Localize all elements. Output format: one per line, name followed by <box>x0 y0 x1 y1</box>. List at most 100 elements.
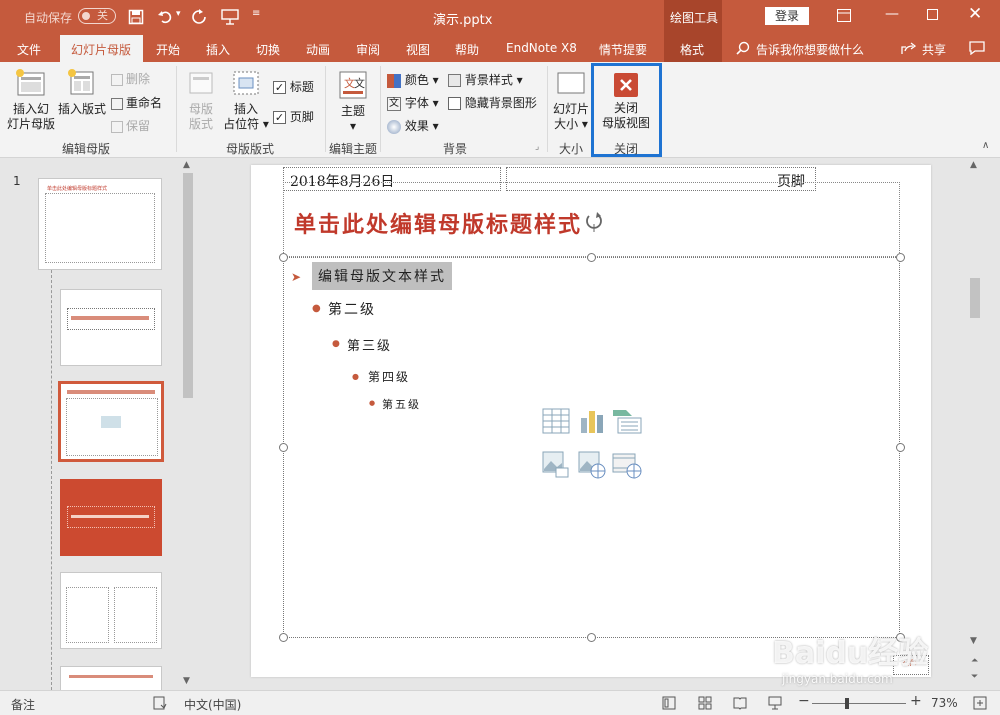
effects-button[interactable]: 效果 ▾ <box>387 117 439 134</box>
tab-file[interactable]: 文件 <box>17 41 41 58</box>
rename-button[interactable]: 重命名 <box>111 94 162 111</box>
insert-table-icon[interactable] <box>542 408 570 434</box>
rotate-handle-icon[interactable] <box>584 210 604 232</box>
slide-scroll-up-icon[interactable]: ▲ <box>970 160 977 170</box>
fonts-button[interactable]: 文 字体 ▾ <box>387 94 439 111</box>
minimize-icon[interactable]: — <box>885 6 899 22</box>
slide-scroll-thumb[interactable] <box>970 278 980 318</box>
normal-view-icon[interactable] <box>662 696 676 710</box>
format-background-launcher-icon[interactable]: ⌟ <box>535 142 539 152</box>
tab-transitions[interactable]: 切换 <box>256 41 280 58</box>
accessibility-icon[interactable] <box>153 696 167 710</box>
tab-slide-master[interactable]: 幻灯片母版 <box>60 35 143 62</box>
thumbnail-layout-section[interactable] <box>60 479 162 556</box>
next-slide-icon[interactable]: ⏷ <box>971 672 978 682</box>
undo-icon[interactable] <box>157 9 173 25</box>
thumbnail-scroll-thumb[interactable] <box>183 173 193 398</box>
tab-home[interactable]: 开始 <box>156 41 180 58</box>
scroll-down-icon[interactable]: ▼ <box>183 676 190 686</box>
tab-storyboard[interactable]: 情节提要 <box>599 41 647 58</box>
login-button[interactable]: 登录 <box>765 7 809 25</box>
resize-handle[interactable] <box>587 253 596 262</box>
notes-button[interactable]: 备注 <box>11 696 35 713</box>
preserve-button[interactable]: 保留 <box>111 117 150 134</box>
close-window-icon[interactable]: ✕ <box>968 4 982 24</box>
scroll-up-icon[interactable]: ▲ <box>183 160 190 170</box>
tab-view[interactable]: 视图 <box>406 41 430 58</box>
insert-video-icon[interactable] <box>612 451 642 479</box>
autosave-toggle[interactable]: 关 <box>78 8 116 24</box>
share-button[interactable]: 共享 <box>922 41 946 58</box>
comment-icon[interactable] <box>969 41 985 55</box>
thumbnail-selected-icons <box>101 416 121 428</box>
fit-to-window-icon[interactable] <box>973 696 987 710</box>
maximize-icon[interactable] <box>927 9 938 20</box>
resize-handle[interactable] <box>896 253 905 262</box>
insert-layout-button[interactable]: 插入版式 <box>57 68 107 117</box>
title-checkbox[interactable]: ✓ 标题 <box>273 78 314 95</box>
zoom-slider-thumb[interactable] <box>845 698 849 709</box>
slide-sorter-icon[interactable] <box>698 696 712 710</box>
redo-icon[interactable] <box>191 9 207 25</box>
resize-handle[interactable] <box>279 633 288 642</box>
insert-placeholder-button[interactable]: 插入 占位符 ▾ <box>222 68 270 132</box>
save-icon[interactable] <box>128 9 144 25</box>
language-indicator[interactable]: 中文(中国) <box>184 696 241 713</box>
thumbnail-layout-comparison[interactable] <box>60 666 162 690</box>
close-master-view-button[interactable]: 关闭 母版视图 <box>598 73 654 131</box>
body-level-5: 第五级 <box>382 398 421 411</box>
tab-review[interactable]: 审阅 <box>356 41 380 58</box>
body-placeholder[interactable]: ➤ 编辑母版文本样式 ● 第二级 ● 第三级 ● 第四级 ● 第五级 <box>283 257 900 638</box>
insert-chart-icon[interactable] <box>578 408 606 434</box>
footer-checkbox[interactable]: ✓ 页脚 <box>273 108 314 125</box>
thumbnail-layout-title[interactable] <box>60 289 162 366</box>
previous-slide-icon[interactable]: ⏶ <box>971 656 978 666</box>
ribbon-display-icon[interactable] <box>837 9 851 22</box>
zoom-slider[interactable] <box>812 698 906 709</box>
customize-qat-icon[interactable]: ≡ <box>252 8 260 19</box>
reading-view-icon[interactable] <box>733 696 747 710</box>
resize-handle[interactable] <box>587 633 596 642</box>
tab-format[interactable]: 格式 <box>664 33 722 62</box>
resize-handle[interactable] <box>279 253 288 262</box>
slide-size-button[interactable]: 幻灯片 大小 ▾ <box>551 70 591 132</box>
tab-animations[interactable]: 动画 <box>306 41 330 58</box>
themes-button[interactable]: 文文 主题 ▾ <box>332 70 374 134</box>
zoom-level[interactable]: 73% <box>931 696 958 710</box>
insert-slide-master-label-2: 灯片母版 <box>6 117 55 131</box>
undo-dropdown-icon[interactable]: ▾ <box>176 9 181 19</box>
zoom-in-button[interactable]: + <box>910 693 922 709</box>
tell-me-search[interactable]: 告诉我你想要做什么 <box>756 41 864 58</box>
background-styles-button[interactable]: 背景样式 ▾ <box>448 71 523 88</box>
resize-handle[interactable] <box>279 443 288 452</box>
body-level-2: 第二级 <box>328 302 376 318</box>
insert-slide-master-button[interactable]: 插入幻 灯片母版 <box>5 68 57 132</box>
hide-background-checkbox[interactable]: 隐藏背景图形 <box>448 94 537 111</box>
zoom-out-button[interactable]: − <box>798 693 810 709</box>
colors-button[interactable]: 颜色 ▾ <box>387 71 439 88</box>
delete-button[interactable]: 删除 <box>111 70 150 87</box>
slideshow-icon[interactable] <box>221 9 239 25</box>
insert-picture-icon[interactable] <box>542 451 570 479</box>
effects-icon <box>387 119 401 134</box>
collapse-ribbon-icon[interactable]: ∧ <box>982 140 989 151</box>
slide-scroll-down-icon[interactable]: ▼ <box>970 636 977 646</box>
tab-endnote[interactable]: EndNote X8 <box>506 41 577 55</box>
share-icon[interactable] <box>901 41 916 55</box>
master-title-text: 单击此处编辑母版标题样式 <box>294 212 583 238</box>
master-layout-button[interactable]: 母版 版式 <box>182 68 220 132</box>
slide-canvas[interactable]: 2018年8月26日 页脚 单击此处编辑母版标题样式 ➤ 编辑母版文本样式 ● … <box>251 165 931 677</box>
insert-online-picture-icon[interactable] <box>578 451 606 479</box>
insert-smartart-icon[interactable] <box>612 408 642 434</box>
slideshow-view-icon[interactable] <box>768 696 782 710</box>
tab-help[interactable]: 帮助 <box>455 41 479 58</box>
slide-scrollbar[interactable]: ▲ ▼ ⏶ ⏷ <box>968 158 982 690</box>
tab-insert[interactable]: 插入 <box>206 41 230 58</box>
resize-handle[interactable] <box>896 443 905 452</box>
thumbnail-slide-master[interactable]: 单击此处编辑母版标题样式 <box>38 178 162 270</box>
thumbnail-scrollbar[interactable]: ▲ ▼ <box>181 158 195 690</box>
insert-placeholder-label-1: 插入 <box>233 102 258 116</box>
thumbnail-layout-two-content[interactable] <box>60 572 162 649</box>
thumbnail-layout-selected[interactable] <box>58 381 164 462</box>
ribbon-tabs: 文件 幻灯片母版 开始 插入 切换 动画 审阅 视图 帮助 EndNote X8… <box>0 33 1000 62</box>
